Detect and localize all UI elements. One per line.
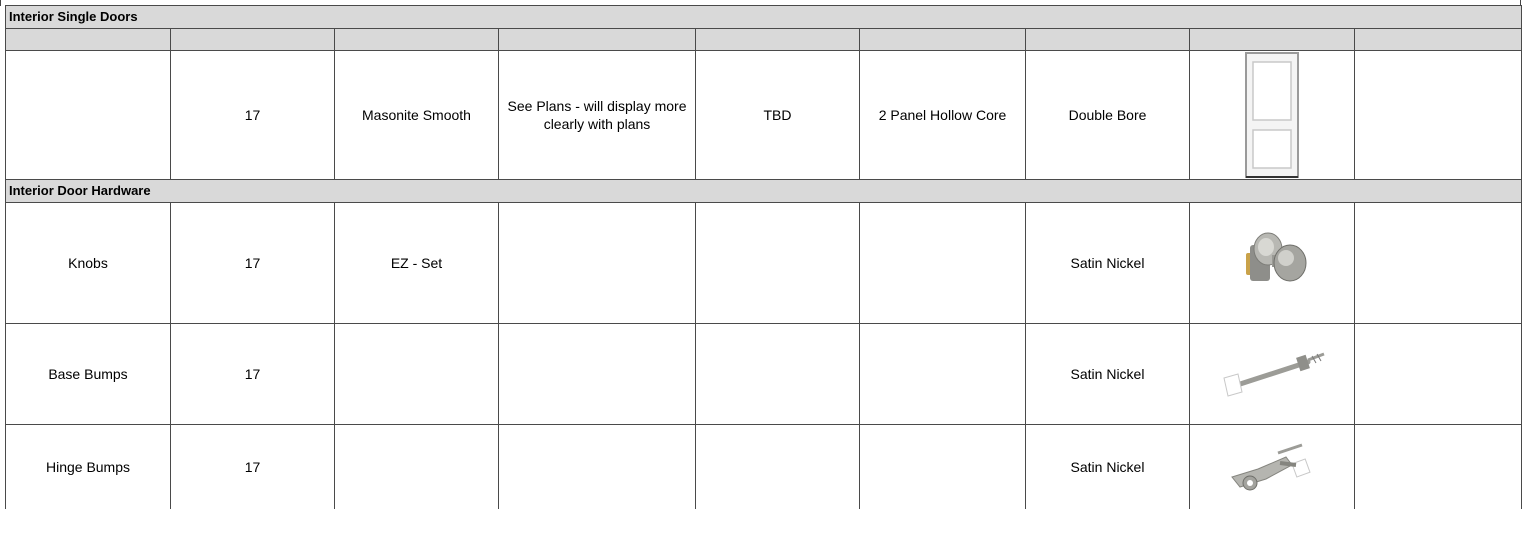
size-cell[interactable]: TBD <box>695 50 860 180</box>
section-title-doors[interactable]: Interior Single Doors <box>4 5 1523 29</box>
door-2-panel-icon <box>1245 52 1299 178</box>
cell[interactable] <box>1189 28 1355 51</box>
cell[interactable] <box>334 28 499 51</box>
finish-cell[interactable]: Satin Nickel <box>1025 323 1190 425</box>
description-cell[interactable] <box>498 424 696 509</box>
style-cell[interactable]: 2 Panel Hollow Core <box>859 50 1026 180</box>
image-cell[interactable] <box>1189 424 1355 509</box>
cell[interactable] <box>5 28 171 51</box>
image-cell[interactable] <box>1189 50 1355 180</box>
blank-header-row <box>5 28 1523 51</box>
table-row: Base Bumps 17 Satin Nickel <box>5 323 1523 425</box>
image-cell[interactable] <box>1189 202 1355 324</box>
size-cell[interactable] <box>695 202 860 324</box>
door-knob-icon <box>1246 232 1307 282</box>
qty-cell[interactable]: 17 <box>170 323 335 425</box>
style-cell[interactable] <box>859 323 1026 425</box>
notes-cell[interactable] <box>1353 424 1523 509</box>
section-header-row: Interior Door Hardware <box>4 179 1523 203</box>
brand-cell[interactable] <box>334 424 499 509</box>
qty-cell[interactable]: 17 <box>170 424 335 509</box>
qty-cell[interactable]: 17 <box>170 202 335 324</box>
item-cell[interactable]: Knobs <box>5 202 171 324</box>
style-cell[interactable] <box>859 424 1026 509</box>
table-row: Hinge Bumps 17 Satin Nickel <box>5 424 1523 509</box>
description-cell[interactable] <box>498 202 696 324</box>
table-row: Knobs 17 EZ - Set Satin Nickel <box>5 202 1523 324</box>
description-cell[interactable] <box>498 323 696 425</box>
notes-cell[interactable] <box>1353 202 1523 324</box>
section-title-hardware[interactable]: Interior Door Hardware <box>4 179 1523 203</box>
size-cell[interactable] <box>695 323 860 425</box>
item-cell[interactable]: Base Bumps <box>5 323 171 425</box>
cell[interactable] <box>170 28 335 51</box>
item-cell[interactable] <box>5 50 171 180</box>
base-bump-stop-icon <box>1223 352 1325 397</box>
finish-cell[interactable]: Double Bore <box>1025 50 1190 180</box>
selections-table: Interior Single Doors 17 Masonite Smooth… <box>4 5 1523 509</box>
finish-cell[interactable]: Satin Nickel <box>1025 202 1190 324</box>
cell[interactable] <box>1353 28 1523 51</box>
description-cell[interactable]: See Plans - will display more clearly wi… <box>498 50 696 180</box>
notes-cell[interactable] <box>1353 323 1523 425</box>
brand-cell[interactable]: Masonite Smooth <box>334 50 499 180</box>
brand-cell[interactable] <box>334 323 499 425</box>
cell[interactable] <box>859 28 1026 51</box>
item-cell[interactable]: Hinge Bumps <box>5 424 171 509</box>
cell[interactable] <box>695 28 860 51</box>
cell[interactable] <box>498 28 696 51</box>
section-header-row: Interior Single Doors <box>4 5 1523 29</box>
hinge-bump-stop-icon <box>1231 443 1311 491</box>
qty-cell[interactable]: 17 <box>170 50 335 180</box>
style-cell[interactable] <box>859 202 1026 324</box>
image-cell[interactable] <box>1189 323 1355 425</box>
finish-cell[interactable]: Satin Nickel <box>1025 424 1190 509</box>
cell[interactable] <box>1025 28 1190 51</box>
table-row: 17 Masonite Smooth See Plans - will disp… <box>5 50 1523 180</box>
spreadsheet: Interior Single Doors 17 Masonite Smooth… <box>0 0 1524 542</box>
notes-cell[interactable] <box>1353 50 1523 180</box>
size-cell[interactable] <box>695 424 860 509</box>
brand-cell[interactable]: EZ - Set <box>334 202 499 324</box>
